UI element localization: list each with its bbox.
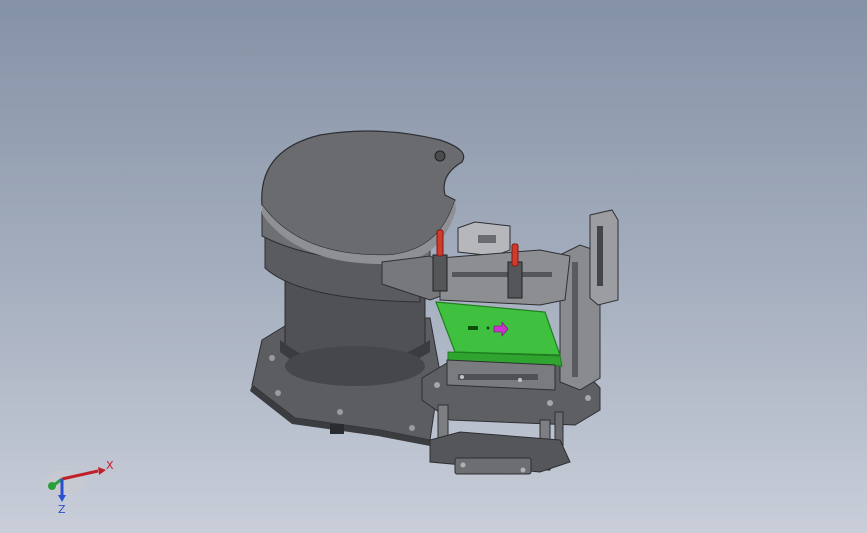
- triad-x-label: X: [106, 459, 114, 472]
- station-bolt: [585, 395, 591, 401]
- triad-z-label: Z: [58, 503, 66, 515]
- bottom-bracket: [454, 457, 532, 475]
- vertical-rail: [572, 262, 578, 377]
- base-bolt: [269, 355, 275, 361]
- lid-knob: [434, 150, 446, 162]
- column-slot: [597, 226, 603, 286]
- pcb-label: [468, 326, 478, 330]
- bracket-bolt: [520, 467, 526, 473]
- cad-assembly-model[interactable]: [0, 0, 867, 533]
- triad-y-axis-tip: [48, 482, 56, 490]
- triad-z-axis-arrow: [58, 495, 66, 502]
- base-bolt: [409, 425, 415, 431]
- cylinder-port: [478, 235, 496, 243]
- base-bolt: [275, 390, 281, 396]
- cad-viewport[interactable]: X Z: [0, 0, 867, 533]
- nest-bolt: [460, 375, 464, 379]
- slide-rail-groove: [452, 272, 552, 277]
- bowl-drive-base: [285, 346, 425, 386]
- station-bolt: [547, 400, 553, 406]
- toggle-clamp-body-right: [507, 261, 523, 299]
- slide-rail: [439, 249, 571, 306]
- column-right-block: [589, 209, 619, 306]
- toggle-clamp-handle-right: [511, 243, 519, 267]
- pcb-dot: [486, 326, 490, 330]
- nest-bolt: [518, 378, 522, 382]
- station-bolt: [434, 382, 440, 388]
- triad-x-axis-arrow: [98, 467, 106, 475]
- base-foot: [330, 424, 344, 434]
- bracket-bolt: [460, 462, 466, 468]
- toggle-clamp-handle-left: [436, 229, 444, 257]
- coordinate-triad[interactable]: X Z: [40, 455, 120, 515]
- base-bolt: [337, 409, 343, 415]
- nest-slot: [458, 374, 538, 380]
- toggle-clamp-body-left: [432, 254, 448, 292]
